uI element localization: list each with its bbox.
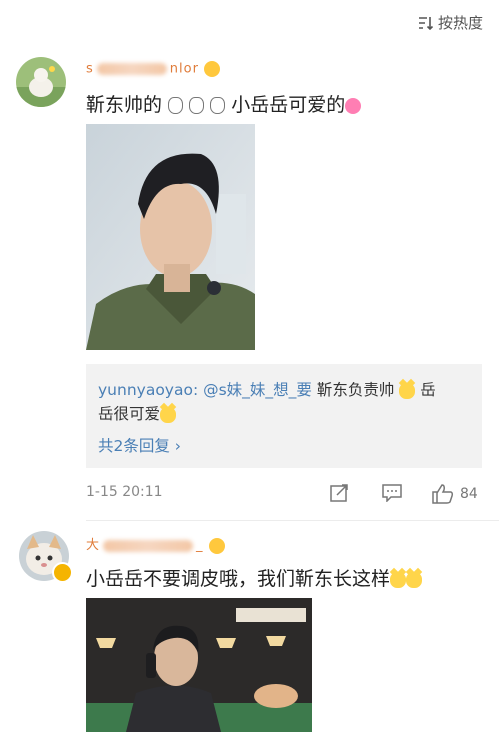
view-more-replies-link[interactable]: 共2条回复 ›	[98, 434, 181, 456]
comment-text: 小岳岳不要调皮哦，我们靳东长这样	[86, 564, 423, 591]
avatar[interactable]	[16, 57, 66, 107]
thumbs-up-icon	[432, 484, 454, 504]
hand-emoji-icon	[210, 97, 226, 114]
like-count: 84	[460, 486, 478, 502]
comment-button[interactable]	[382, 484, 402, 502]
comment-divider	[86, 520, 499, 521]
verified-badge-icon	[52, 562, 73, 583]
share-icon	[330, 484, 348, 502]
sort-icon	[418, 16, 434, 30]
share-button[interactable]	[330, 484, 350, 502]
comment-photo[interactable]	[86, 124, 255, 350]
grin-emoji-icon	[204, 61, 221, 77]
username[interactable]: 大 _	[86, 534, 225, 554]
comment-icon	[382, 484, 402, 502]
username[interactable]: s nlor	[86, 61, 221, 77]
comment-text: 靳东帅的 小岳岳可爱的	[86, 90, 362, 117]
sort-by-popularity-button[interactable]: 按热度	[418, 12, 483, 33]
cat-emoji-icon	[160, 406, 177, 423]
reply-line-2: 岳很可爱	[98, 402, 177, 424]
cat-emoji-icon	[390, 571, 407, 588]
reply-box[interactable]: yunnyaoyao: @s妹_妹_想_要 靳东负责帅 岳 岳很可爱 共2条回复…	[86, 364, 482, 468]
reply-line: yunnyaoyao: @s妹_妹_想_要 靳东负责帅 岳	[98, 381, 436, 399]
timestamp: 1-15 20:11	[86, 484, 163, 500]
reply-user-link[interactable]: yunnyaoyao: @s妹_妹_想_要	[98, 381, 312, 399]
sort-label: 按热度	[437, 14, 483, 32]
hand-emoji-icon	[189, 97, 205, 114]
cat-emoji-icon	[399, 382, 416, 399]
grin-emoji-icon	[208, 537, 225, 554]
comment-photo[interactable]	[86, 598, 312, 732]
cat-emoji-icon	[406, 571, 423, 588]
like-button[interactable]: 84	[432, 484, 478, 504]
heart-emoji-icon	[345, 97, 362, 114]
hand-emoji-icon	[168, 97, 184, 114]
